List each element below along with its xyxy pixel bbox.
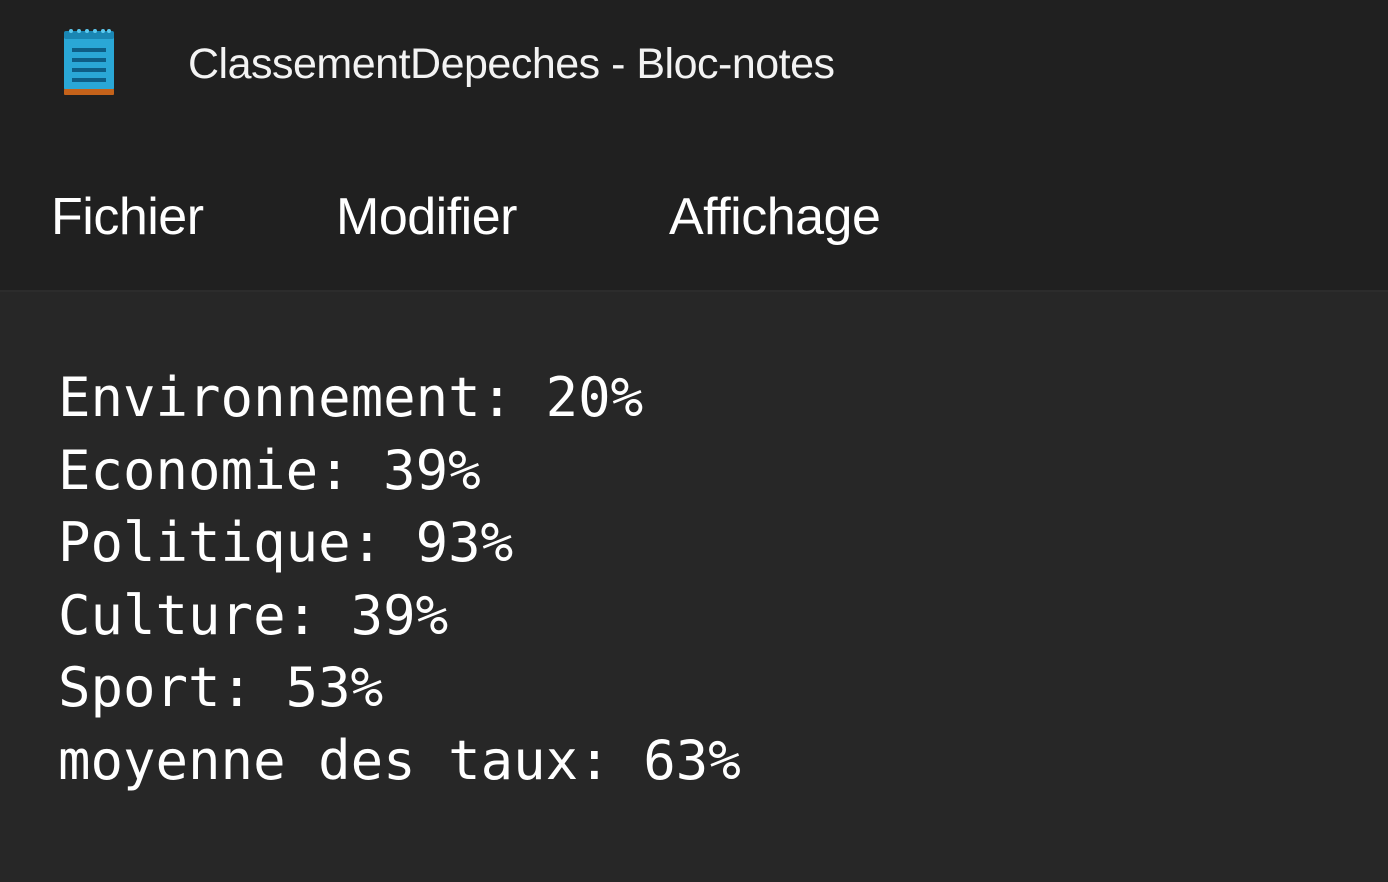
menu-modifier[interactable]: Modifier xyxy=(336,182,517,252)
notepad-window: ClassementDepeches - Bloc-notes Fichier … xyxy=(0,0,1388,882)
menu-bar: Fichier Modifier Affichage xyxy=(0,130,1388,292)
text-line: Environnement: 20% xyxy=(58,366,644,429)
text-line: Politique: 93% xyxy=(58,511,514,574)
menu-fichier[interactable]: Fichier xyxy=(51,182,204,252)
menu-affichage[interactable]: Affichage xyxy=(669,182,881,252)
text-line: Sport: 53% xyxy=(58,656,384,719)
text-line: Culture: 39% xyxy=(58,583,449,647)
notepad-icon xyxy=(63,28,115,96)
window-title: ClassementDepeches - Bloc-notes xyxy=(188,40,835,88)
text-editor[interactable]: Environnement: 20% Economie: 39% Politiq… xyxy=(0,292,1388,882)
text-line: moyenne des taux: 63% xyxy=(58,728,741,792)
text-line: Economie: 39% xyxy=(58,438,481,502)
document-content: Environnement: 20% Economie: 39% Politiq… xyxy=(58,362,741,797)
title-bar[interactable]: ClassementDepeches - Bloc-notes xyxy=(0,0,1388,130)
